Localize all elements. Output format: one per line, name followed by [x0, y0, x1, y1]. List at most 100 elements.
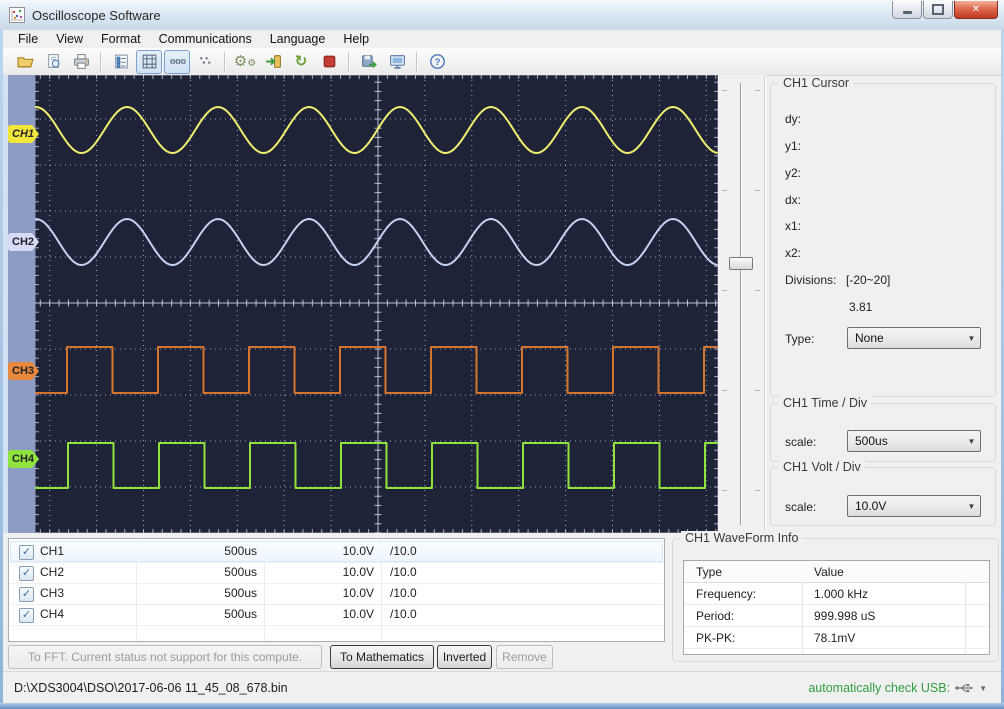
- refresh-icon: ↻: [295, 54, 308, 69]
- window-controls: ✕: [891, 1, 998, 19]
- table-row-ch1[interactable]: ✓ CH1 500us 10.0V /10.0: [10, 541, 663, 563]
- cursor-dx-label: dx:: [785, 193, 801, 207]
- dots-display-toggle[interactable]: [192, 50, 218, 74]
- close-icon: ✕: [972, 4, 980, 15]
- channel-name: CH4: [40, 607, 64, 621]
- info-type: Period:: [696, 609, 734, 623]
- info-row-period: Period: 999.998 uS: [684, 605, 989, 627]
- time-scale-select[interactable]: 500us ▼: [847, 430, 981, 452]
- usb-status: automatically check USB: ▼: [808, 681, 987, 695]
- slider-thumb[interactable]: [729, 257, 753, 270]
- usb-status-text: automatically check USB:: [808, 681, 950, 695]
- channel-tag-label: CH3: [12, 365, 34, 377]
- volt-scale-select[interactable]: 10.0V ▼: [847, 495, 981, 517]
- slider-tick: [755, 90, 760, 91]
- to-mathematics-button[interactable]: To Mathematics: [330, 645, 434, 669]
- title-bar: Oscilloscope Software ✕: [0, 0, 1004, 31]
- info-col-type: Type: [696, 565, 722, 579]
- slider-tick: [722, 490, 727, 491]
- channel-checkbox[interactable]: ✓: [19, 608, 34, 623]
- vertical-position-slider[interactable]: [718, 75, 764, 533]
- info-col-value: Value: [814, 565, 844, 579]
- inverted-button[interactable]: Inverted: [437, 645, 492, 669]
- cursor-y2-label: y2:: [785, 166, 801, 180]
- minimize-button[interactable]: [892, 1, 922, 19]
- toolbar-separator: [348, 52, 350, 72]
- channel-attenuation: /10.0: [390, 607, 417, 621]
- channel-checkbox[interactable]: ✓: [19, 545, 34, 560]
- app-window: Oscilloscope Software ✕ File View Format…: [0, 0, 1004, 709]
- channel-time: 500us: [137, 607, 257, 621]
- channel-name: CH2: [40, 565, 64, 579]
- waveform-plot: [35, 75, 718, 533]
- cursor-y1-label: y1:: [785, 139, 801, 153]
- menu-file[interactable]: File: [9, 31, 47, 47]
- menu-help[interactable]: Help: [334, 31, 378, 47]
- help-button[interactable]: ?: [424, 50, 450, 74]
- cursor-panel-title: CH1 Cursor: [779, 76, 853, 90]
- menu-communications[interactable]: Communications: [150, 31, 261, 47]
- chevron-down-icon: ▼: [963, 334, 980, 343]
- print-button[interactable]: [68, 50, 94, 74]
- channel-volt: 10.0V: [265, 565, 374, 579]
- restore-button[interactable]: [923, 1, 953, 19]
- waveform-info-panel: CH1 WaveForm Info Type Value Frequency: …: [672, 538, 999, 662]
- divisions-label: Divisions:: [785, 273, 836, 287]
- print-preview-button[interactable]: [40, 50, 66, 74]
- info-type: PK-PK:: [696, 631, 735, 645]
- dashed-line-display-toggle[interactable]: [164, 50, 190, 74]
- chevron-down-icon: ▼: [963, 502, 980, 511]
- menu-language[interactable]: Language: [261, 31, 335, 47]
- file-path: D:\XDS3004\DSO\2017-06-06 11_45_08_678.b…: [14, 681, 288, 695]
- refresh-button[interactable]: ↻: [288, 50, 314, 74]
- cursor-dy-label: dy:: [785, 112, 801, 126]
- channel-volt: 10.0V: [265, 544, 374, 558]
- cursor-type-label: Type:: [785, 332, 814, 346]
- channel-checkbox[interactable]: ✓: [19, 587, 34, 602]
- slider-tick: [755, 490, 760, 491]
- channel-attenuation: /10.0: [390, 586, 417, 600]
- usb-dropdown-arrow[interactable]: ▼: [979, 684, 987, 693]
- open-file-button[interactable]: [12, 50, 38, 74]
- restore-icon: [932, 4, 944, 15]
- channel-name: CH3: [40, 586, 64, 600]
- table-row-ch3[interactable]: ✓ CH3 500us 10.0V /10.0: [10, 583, 663, 605]
- channel-tag-label: CH4: [12, 453, 34, 465]
- svg-text:?: ?: [434, 57, 440, 68]
- table-row-ch4[interactable]: ✓ CH4 500us 10.0V /10.0: [10, 604, 663, 626]
- connect-device-button[interactable]: [260, 50, 286, 74]
- info-type: Frequency:: [696, 587, 756, 601]
- app-icon: [9, 7, 25, 23]
- channel-name: CH1: [40, 544, 64, 558]
- status-bar: D:\XDS3004\DSO\2017-06-06 11_45_08_678.b…: [3, 671, 1001, 704]
- channel-attenuation: /10.0: [390, 544, 417, 558]
- minimize-icon: [903, 11, 912, 14]
- channel-list-button[interactable]: [108, 50, 134, 74]
- grid-icon: [141, 53, 158, 70]
- divisions-range: [-20~20]: [846, 273, 890, 287]
- slider-tick: [722, 290, 727, 291]
- waveform-display[interactable]: [35, 75, 718, 533]
- printer-icon: [73, 53, 90, 70]
- channel-list-icon: [113, 53, 130, 70]
- info-value: 1.000 kHz: [814, 587, 868, 601]
- menu-view[interactable]: View: [47, 31, 92, 47]
- toolbar-separator: [416, 52, 418, 72]
- dashed-line-icon: [169, 53, 186, 70]
- help-icon: ?: [429, 53, 446, 70]
- grid-display-toggle[interactable]: [136, 50, 162, 74]
- channel-checkbox[interactable]: ✓: [19, 566, 34, 581]
- settings-button[interactable]: ⚙⚙: [232, 50, 258, 74]
- toolbar: ⚙⚙ ↻ ?: [3, 48, 1004, 76]
- info-row-pkpk: PK-PK: 78.1mV: [684, 627, 989, 649]
- volt-div-panel: CH1 Volt / Div scale: 10.0V ▼: [770, 467, 996, 526]
- screen-display-button[interactable]: [384, 50, 410, 74]
- close-button[interactable]: ✕: [954, 1, 998, 19]
- slider-track[interactable]: [740, 83, 742, 525]
- export-save-button[interactable]: [356, 50, 382, 74]
- table-row-ch2[interactable]: ✓ CH2 500us 10.0V /10.0: [10, 562, 663, 584]
- stop-button[interactable]: [316, 50, 342, 74]
- cursor-type-select[interactable]: None ▼: [847, 327, 981, 349]
- to-fft-button: To FFT. Current status not support for t…: [8, 645, 322, 669]
- menu-format[interactable]: Format: [92, 31, 150, 47]
